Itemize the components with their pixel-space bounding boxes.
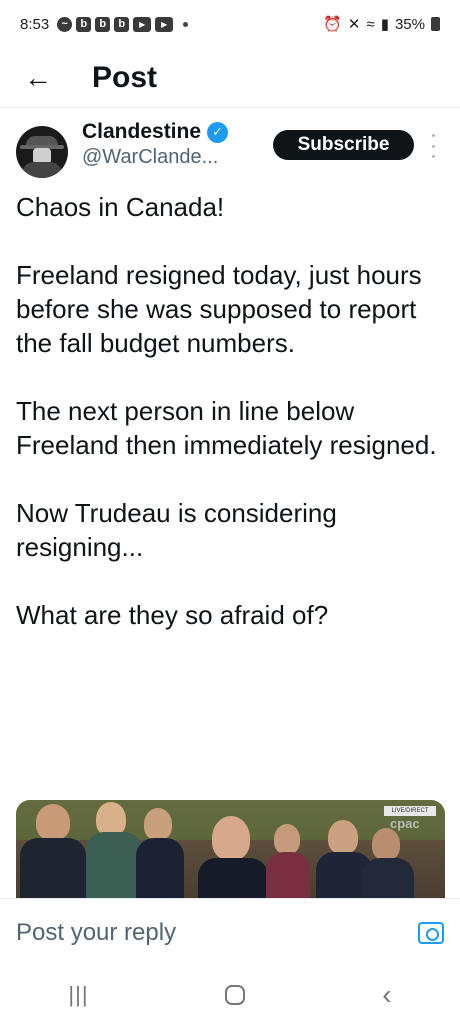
mute-icon: ✕ bbox=[347, 16, 361, 33]
post-text: Chaos in Canada! Freeland resigned today… bbox=[16, 190, 446, 632]
person-shape bbox=[372, 828, 400, 860]
status-left: 8:53 ~ b b b ▶ ▶ bbox=[20, 15, 189, 33]
recents-icon[interactable]: ||| bbox=[68, 982, 88, 1008]
suit-shape bbox=[362, 858, 414, 898]
post-video-thumbnail[interactable]: LIVE/DIRECT cpac bbox=[16, 800, 445, 898]
system-nav-bar: ||| ‹ bbox=[0, 966, 460, 1024]
more-notifications-dot bbox=[183, 21, 189, 27]
video-icon: ▶ bbox=[155, 16, 174, 32]
suit-shape bbox=[266, 852, 310, 898]
wifi-icon: ≈ bbox=[366, 15, 375, 33]
verified-badge-icon: ✓ bbox=[207, 121, 229, 143]
user-handle[interactable]: @WarClande... bbox=[82, 146, 228, 169]
status-time: 8:53 bbox=[20, 15, 50, 33]
video-icon: ▶ bbox=[133, 16, 152, 32]
suit-shape bbox=[20, 838, 86, 898]
top-bar: ← Post bbox=[0, 48, 460, 108]
suit-shape bbox=[198, 858, 268, 898]
battery-icon bbox=[431, 17, 440, 31]
page-title: Post bbox=[92, 60, 158, 94]
post-paragraph: Chaos in Canada! bbox=[16, 192, 225, 222]
avatar[interactable] bbox=[16, 126, 68, 178]
system-back-icon[interactable]: ‹ bbox=[382, 979, 391, 1011]
status-bar: 8:53 ~ b b b ▶ ▶ ⏰ ✕ ≈ ▮ 35% bbox=[0, 0, 460, 48]
post-paragraph: Now Trudeau is considering resigning... bbox=[16, 498, 337, 562]
person-shape bbox=[96, 802, 126, 836]
alarm-icon: ⏰ bbox=[323, 16, 342, 33]
signal-icon: ▮ bbox=[380, 16, 389, 33]
person-shape bbox=[328, 820, 358, 854]
home-icon[interactable] bbox=[225, 985, 246, 1005]
coat-shape bbox=[22, 162, 62, 178]
person-shape bbox=[274, 824, 300, 854]
person-shape bbox=[144, 808, 172, 840]
live-badge: LIVE/DIRECT bbox=[384, 806, 436, 816]
author-names: Clandestine ✓ @WarClande... bbox=[82, 120, 229, 169]
reply-bar: Post your reply bbox=[0, 898, 460, 966]
person-shape bbox=[212, 816, 250, 860]
messenger-icon: ~ bbox=[57, 16, 73, 32]
post-paragraph: Freeland resigned today, just hours befo… bbox=[16, 260, 422, 358]
reply-input[interactable]: Post your reply bbox=[16, 919, 176, 947]
b-icon: b bbox=[114, 16, 130, 32]
b-icon: b bbox=[95, 16, 111, 32]
person-shape bbox=[36, 804, 70, 840]
camera-icon[interactable] bbox=[418, 921, 444, 944]
suit-shape bbox=[136, 838, 184, 898]
subscribe-button[interactable]: Subscribe bbox=[273, 130, 414, 160]
status-right: ⏰ ✕ ≈ ▮ 35% bbox=[323, 15, 440, 33]
post-paragraph: The next person in line below Freeland t… bbox=[16, 396, 437, 460]
back-arrow-icon[interactable]: ← bbox=[0, 63, 72, 92]
channel-watermark: cpac bbox=[390, 816, 420, 831]
more-options-icon[interactable] bbox=[426, 134, 440, 158]
battery-percent: 35% bbox=[394, 15, 425, 33]
suit-shape bbox=[86, 832, 142, 898]
post-author: Clandestine ✓ @WarClande... Subscribe bbox=[0, 118, 460, 188]
post-paragraph: What are they so afraid of? bbox=[16, 600, 329, 630]
display-name[interactable]: Clandestine bbox=[82, 120, 201, 144]
name-row: Clandestine ✓ bbox=[82, 120, 229, 144]
b-icon: b bbox=[76, 16, 92, 32]
